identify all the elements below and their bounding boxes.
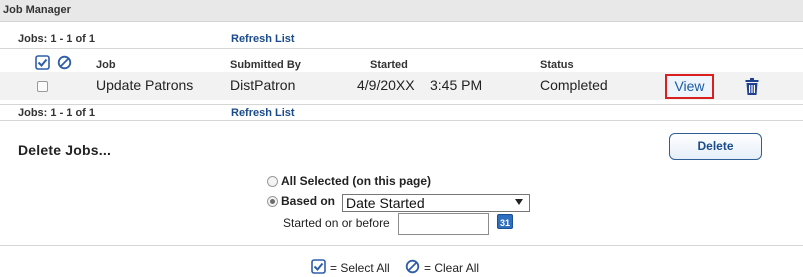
column-header-job: Job bbox=[96, 59, 116, 71]
started-time: 3:45 PM bbox=[430, 77, 483, 93]
select-all-legend: = Select All bbox=[330, 261, 390, 275]
title-bar: Job Manager bbox=[0, 0, 803, 22]
view-button[interactable]: View bbox=[665, 74, 714, 99]
divider bbox=[0, 104, 803, 105]
submitted-by: DistPatron bbox=[230, 77, 296, 93]
started-on-input[interactable] bbox=[398, 213, 489, 235]
clear-all-icon[interactable] bbox=[57, 55, 72, 70]
jobs-count-top: Jobs: 1 - 1 of 1 bbox=[18, 33, 96, 45]
job-name: Update Patrons bbox=[96, 77, 194, 93]
delete-jobs-title: Delete Jobs... bbox=[18, 142, 112, 158]
jobs-count-bottom: Jobs: 1 - 1 of 1 bbox=[18, 107, 96, 119]
delete-button[interactable]: Delete bbox=[669, 133, 762, 160]
column-header-submitted-by: Submitted By bbox=[230, 59, 301, 71]
calendar-icon[interactable]: 31 bbox=[497, 214, 513, 229]
clear-all-legend-icon bbox=[405, 259, 420, 274]
trash-icon[interactable] bbox=[745, 78, 759, 95]
radio-based-on[interactable] bbox=[267, 196, 278, 207]
chevron-down-icon bbox=[515, 199, 523, 205]
clear-all-legend: = Clear All bbox=[424, 261, 480, 275]
divider bbox=[0, 120, 803, 121]
radio-based-on-label: Based on bbox=[281, 194, 336, 208]
row-select-checkbox[interactable] bbox=[37, 81, 48, 92]
radio-all-selected[interactable] bbox=[267, 176, 278, 187]
divider bbox=[0, 48, 803, 49]
column-header-started: Started bbox=[370, 59, 408, 71]
window-title: Job Manager bbox=[3, 4, 71, 16]
refresh-list-link-top[interactable]: Refresh List bbox=[231, 33, 295, 45]
column-header-status: Status bbox=[540, 59, 574, 71]
radio-all-selected-label: All Selected (on this page) bbox=[281, 174, 432, 188]
divider bbox=[0, 245, 803, 246]
started-date: 4/9/20XX bbox=[357, 77, 415, 93]
based-on-select[interactable]: Date Started bbox=[342, 194, 530, 212]
started-on-label: Started on or before bbox=[283, 216, 390, 230]
job-status: Completed bbox=[540, 77, 608, 93]
based-on-select-value: Date Started bbox=[346, 195, 425, 211]
select-all-icon[interactable] bbox=[35, 55, 50, 70]
select-all-legend-icon bbox=[311, 259, 326, 274]
refresh-list-link-bottom[interactable]: Refresh List bbox=[231, 107, 295, 119]
